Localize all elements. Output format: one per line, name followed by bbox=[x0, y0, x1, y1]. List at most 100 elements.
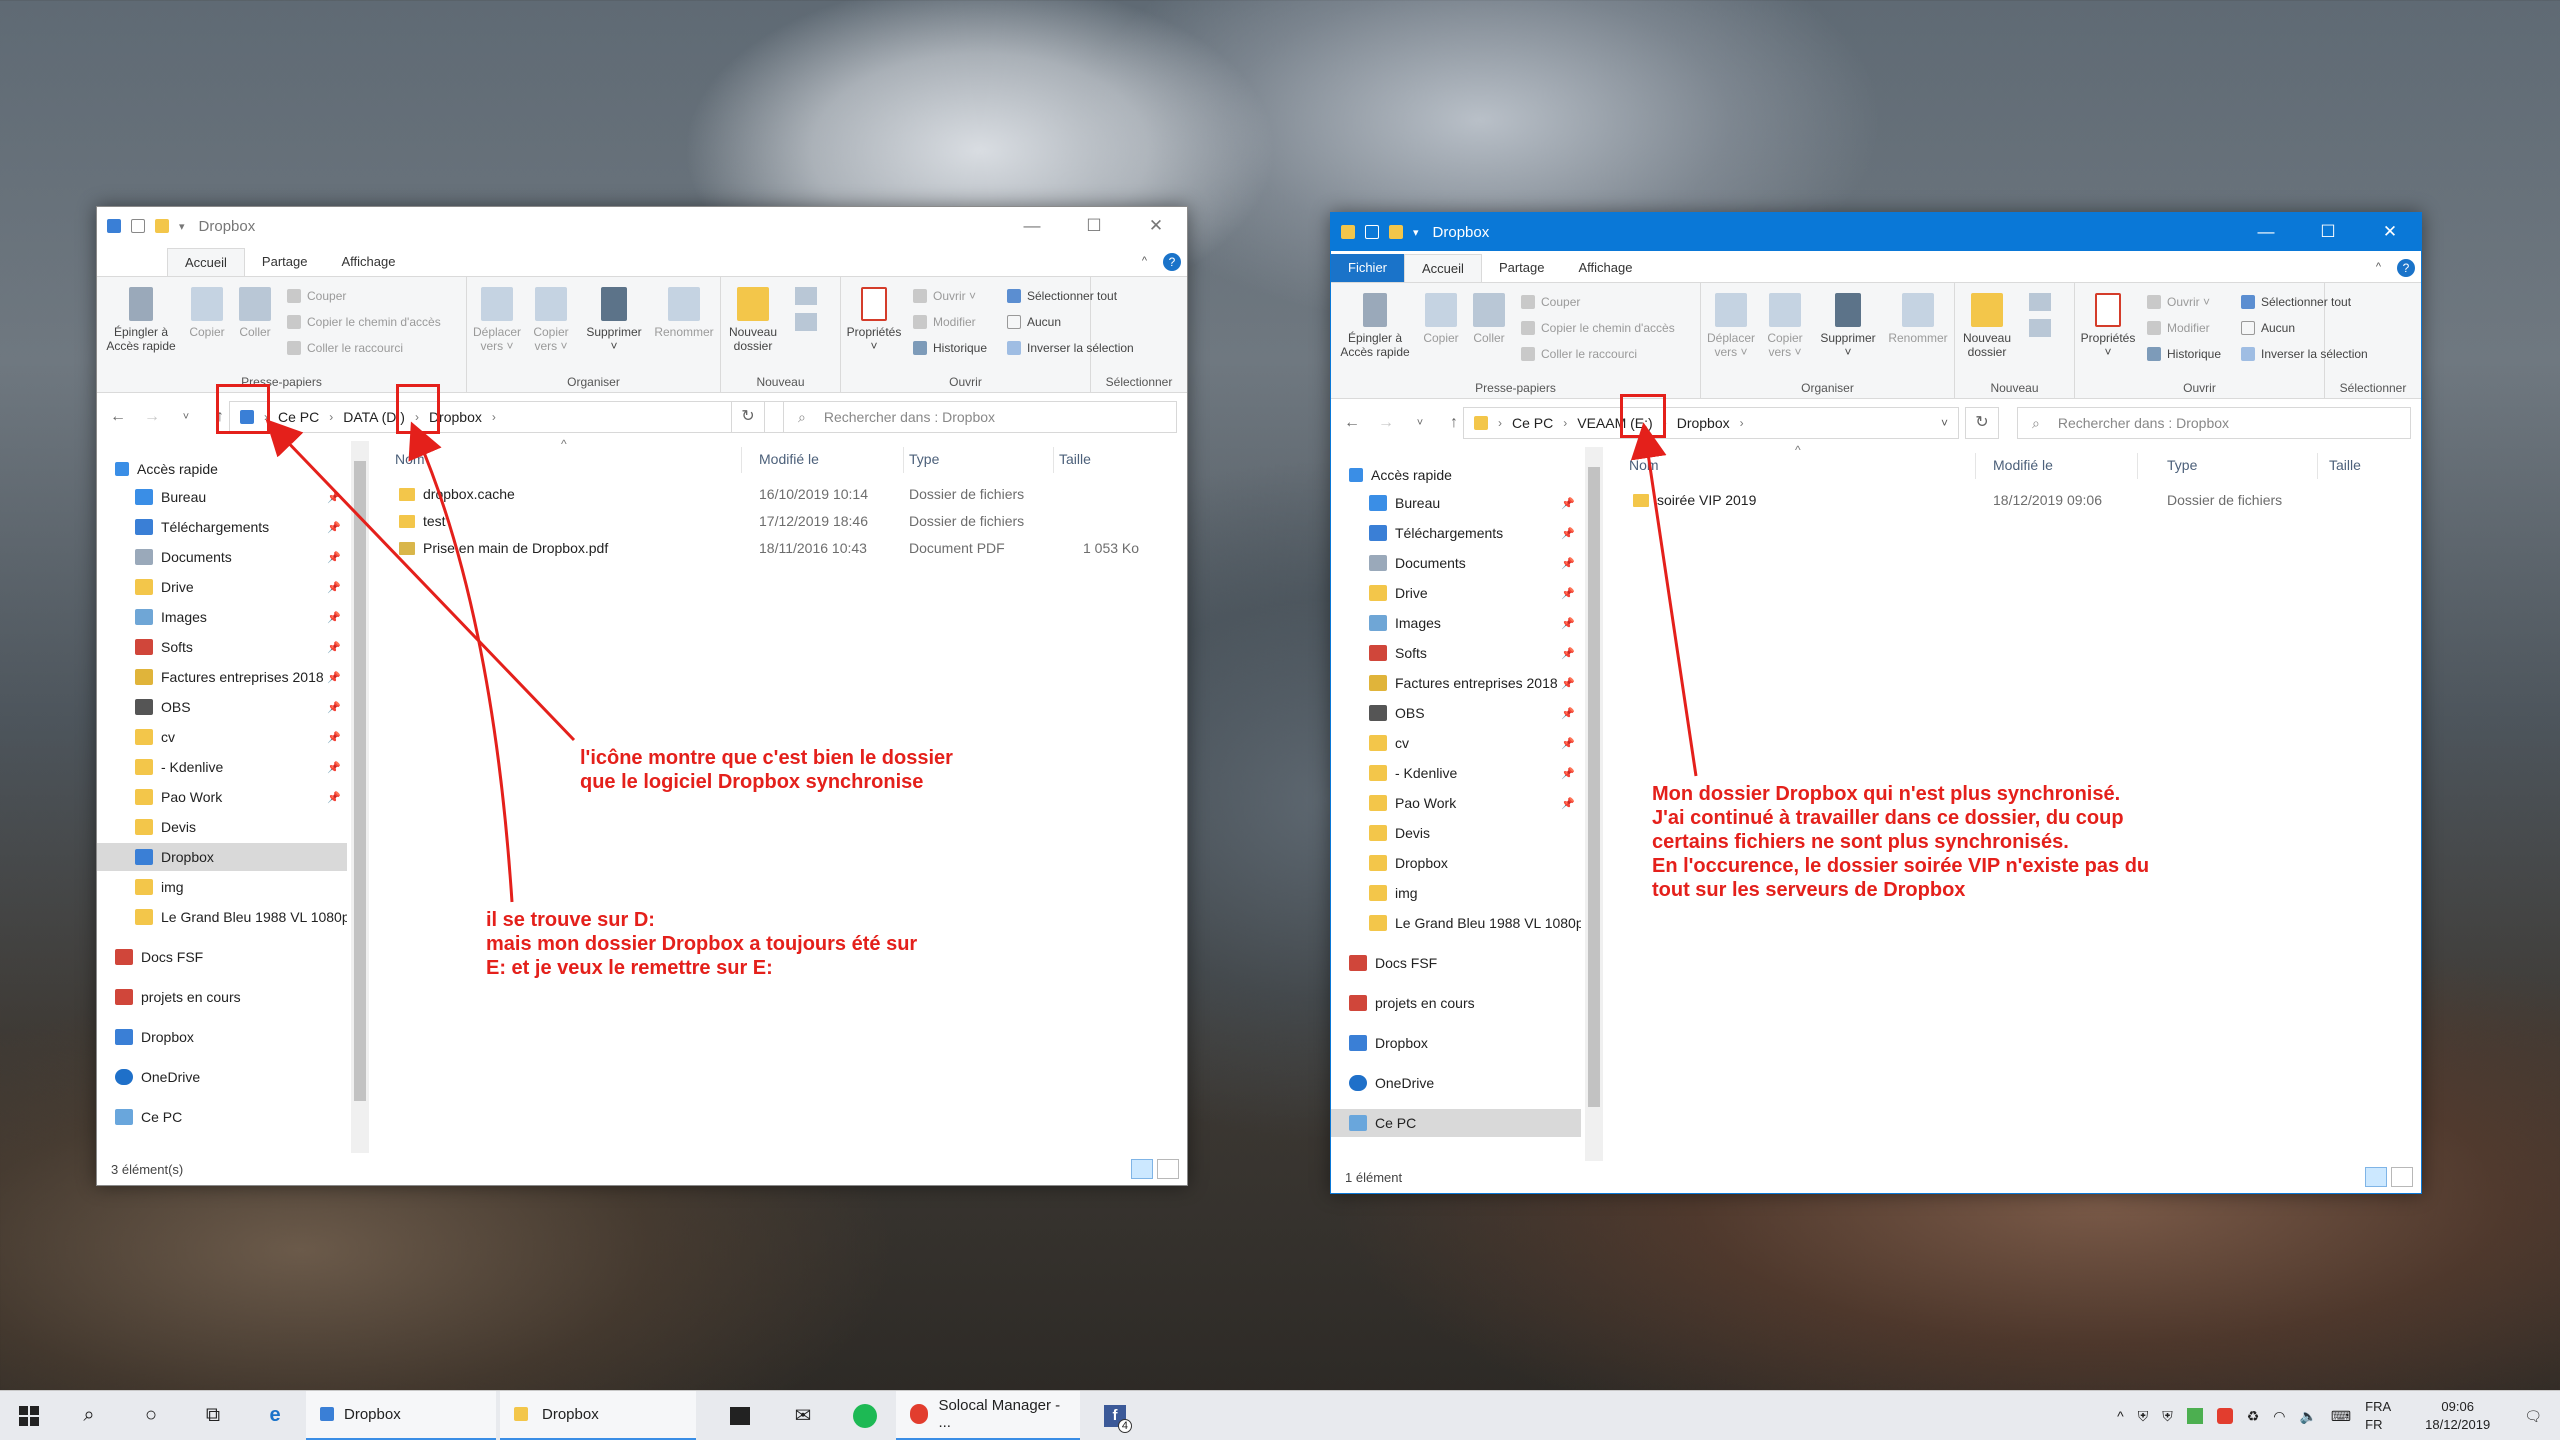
minimize-button[interactable]: — bbox=[2235, 213, 2297, 251]
nav-item-cv[interactable]: cv 📌 bbox=[1331, 729, 1581, 757]
refresh-button[interactable]: ↻ bbox=[1965, 407, 1999, 439]
nav-item-grand-bleu[interactable]: Le Grand Bleu 1988 VL 1080p bbox=[97, 903, 347, 931]
cut-button[interactable]: Couper bbox=[1521, 295, 1580, 309]
nav-root-projets[interactable]: projets en cours bbox=[97, 983, 347, 1011]
show-hidden-icons-icon[interactable]: ^ bbox=[2117, 1408, 2124, 1424]
help-icon[interactable]: ? bbox=[1163, 253, 1181, 271]
nav-root-projets[interactable]: projets en cours bbox=[1331, 989, 1581, 1017]
ribbon-collapse-icon[interactable]: ^ bbox=[1142, 255, 1147, 267]
breadcrumb-ce-pc[interactable]: Ce PC bbox=[1512, 415, 1553, 431]
notifications-icon[interactable]: 🗨 bbox=[2524, 1408, 2542, 1425]
clock[interactable]: 09:06 18/12/2019 bbox=[2425, 1398, 2490, 1434]
pin-icon[interactable]: 📌 bbox=[1561, 647, 1575, 660]
invert-selection-button[interactable]: Inverser la sélection bbox=[1007, 341, 1134, 355]
nav-item-documents[interactable]: Documents 📌 bbox=[1331, 549, 1581, 577]
pin-icon[interactable]: 📌 bbox=[1561, 617, 1575, 630]
customize-quick-access-icon[interactable]: ▾ bbox=[1413, 226, 1419, 239]
pin-icon[interactable]: 📌 bbox=[327, 761, 341, 774]
nav-root-docs-fsf[interactable]: Docs FSF bbox=[1331, 949, 1581, 977]
paste-button[interactable]: Coller bbox=[233, 287, 277, 339]
paste-shortcut-button[interactable]: Coller le raccourci bbox=[287, 341, 403, 355]
move-to-button[interactable]: Déplacer vers ˅ bbox=[1701, 293, 1761, 359]
pin-icon[interactable]: 📌 bbox=[1561, 677, 1575, 690]
volume-icon[interactable]: 🔈 bbox=[2299, 1408, 2316, 1425]
nav-item-devis[interactable]: Devis bbox=[1331, 819, 1581, 847]
column-size-header[interactable]: Taille bbox=[2329, 447, 2361, 483]
recent-locations-chevron-icon[interactable]: ˅ bbox=[1403, 417, 1437, 429]
recent-locations-chevron-icon[interactable]: ˅ bbox=[169, 411, 203, 423]
column-size-header[interactable]: Taille bbox=[1059, 441, 1091, 477]
address-dropdown-icon[interactable]: ˅ bbox=[1941, 416, 1948, 430]
column-divider[interactable] bbox=[2137, 453, 2138, 479]
column-divider[interactable] bbox=[1975, 453, 1976, 479]
column-type-header[interactable]: Type bbox=[909, 441, 939, 477]
breadcrumb-dropbox[interactable]: Dropbox bbox=[1677, 415, 1730, 431]
close-button[interactable]: ✕ bbox=[1125, 207, 1187, 245]
scroll-thumb[interactable] bbox=[354, 461, 366, 1101]
shield-icon[interactable]: ⛨ bbox=[2138, 1408, 2149, 1425]
properties-quick-icon[interactable] bbox=[131, 219, 145, 233]
customize-quick-access-icon[interactable]: ▾ bbox=[179, 220, 185, 233]
taskbar-app-dropbox[interactable]: Dropbox bbox=[306, 1390, 496, 1440]
properties-quick-icon[interactable] bbox=[1365, 225, 1379, 239]
nav-item-factures[interactable]: Factures entreprises 2018 📌 bbox=[97, 663, 347, 691]
nav-item-softs[interactable]: Softs 📌 bbox=[1331, 639, 1581, 667]
antivirus-icon[interactable] bbox=[2216, 1408, 2233, 1424]
refresh-button[interactable]: ↻ bbox=[731, 401, 765, 433]
properties-button[interactable]: Propriétés ˅ bbox=[2075, 293, 2141, 359]
tiles-view-icon[interactable] bbox=[2391, 1167, 2413, 1187]
table-row[interactable]: soirée VIP 2019 18/12/2019 09:06 Dossier… bbox=[1603, 487, 2421, 514]
invert-selection-button[interactable]: Inverser la sélection bbox=[2241, 347, 2368, 361]
search-box[interactable]: ⌕ Rechercher dans : Dropbox bbox=[783, 401, 1177, 433]
search-icon[interactable]: ⌕ bbox=[58, 1391, 120, 1440]
maximize-button[interactable]: ☐ bbox=[1063, 207, 1125, 245]
rename-button[interactable]: Renommer bbox=[649, 287, 719, 339]
column-name-header[interactable]: Nom bbox=[1629, 447, 1659, 483]
nav-root-dropbox[interactable]: Dropbox bbox=[97, 1023, 347, 1051]
nav-item-softs[interactable]: Softs 📌 bbox=[97, 633, 347, 661]
column-divider[interactable] bbox=[741, 447, 742, 473]
copy-button[interactable]: Copier bbox=[1419, 293, 1463, 345]
pin-quick-access-button[interactable]: Épingler à Accès rapide bbox=[101, 287, 181, 353]
nav-item-kdenlive[interactable]: - Kdenlive 📌 bbox=[97, 753, 347, 781]
tab-partage[interactable]: Partage bbox=[1482, 254, 1562, 282]
store-icon[interactable] bbox=[708, 1391, 772, 1440]
pin-quick-access-button[interactable]: Épingler à Accès rapide bbox=[1335, 293, 1415, 359]
move-to-button[interactable]: Déplacer vers ˅ bbox=[467, 287, 527, 353]
scroll-thumb[interactable] bbox=[1588, 467, 1600, 1107]
column-divider[interactable] bbox=[2317, 453, 2318, 479]
open-button[interactable]: Ouvrir ˅ bbox=[2147, 295, 2210, 309]
column-date-header[interactable]: Modifié le bbox=[1993, 447, 2053, 483]
sync-icon[interactable]: ♻ bbox=[2247, 1408, 2260, 1425]
pin-icon[interactable]: 📌 bbox=[327, 641, 341, 654]
nav-item-obs[interactable]: OBS 📌 bbox=[97, 693, 347, 721]
search-box[interactable]: ⌕ Rechercher dans : Dropbox bbox=[2017, 407, 2411, 439]
properties-button[interactable]: Propriétés ˅ bbox=[841, 287, 907, 353]
breadcrumb-ce-pc[interactable]: Ce PC bbox=[278, 409, 319, 425]
help-icon[interactable]: ? bbox=[2397, 259, 2415, 277]
table-row[interactable]: test 17/12/2019 18:46 Dossier de fichier… bbox=[369, 508, 1187, 535]
new-folder-quick-icon[interactable] bbox=[155, 219, 169, 233]
nav-item-images[interactable]: Images 📌 bbox=[97, 603, 347, 631]
history-button[interactable]: Historique bbox=[2147, 347, 2221, 361]
tiles-view-icon[interactable] bbox=[1157, 1159, 1179, 1179]
forward-arrow-icon[interactable]: → bbox=[135, 408, 169, 426]
new-folder-button[interactable]: Nouveau dossier bbox=[723, 287, 783, 353]
explorer-window-left[interactable]: ▾ Dropbox — ☐ ✕ Accueil Partage Affichag… bbox=[96, 206, 1188, 1186]
maximize-button[interactable]: ☐ bbox=[2297, 213, 2359, 251]
copy-button[interactable]: Copier bbox=[185, 287, 229, 339]
tab-accueil[interactable]: Accueil bbox=[1404, 254, 1482, 282]
rename-button[interactable]: Renommer bbox=[1883, 293, 1953, 345]
column-divider[interactable] bbox=[1053, 447, 1054, 473]
language-switcher[interactable]: FRA FR bbox=[2365, 1398, 2391, 1434]
nav-item-pao-work[interactable]: Pao Work 📌 bbox=[1331, 789, 1581, 817]
pin-icon[interactable]: 📌 bbox=[327, 551, 341, 564]
address-bar[interactable]: › Ce PC › VEAAM (E:) › Dropbox › ˅ bbox=[1463, 407, 1959, 439]
nav-item-grand-bleu[interactable]: Le Grand Bleu 1988 VL 1080p bbox=[1331, 909, 1581, 937]
column-date-header[interactable]: Modifié le bbox=[759, 441, 819, 477]
easy-access-icon[interactable] bbox=[795, 313, 817, 331]
easy-access-icon[interactable] bbox=[2029, 319, 2051, 337]
nav-quick-access[interactable]: Accès rapide bbox=[1331, 461, 1581, 489]
nav-item-kdenlive[interactable]: - Kdenlive 📌 bbox=[1331, 759, 1581, 787]
pin-icon[interactable]: 📌 bbox=[327, 521, 341, 534]
